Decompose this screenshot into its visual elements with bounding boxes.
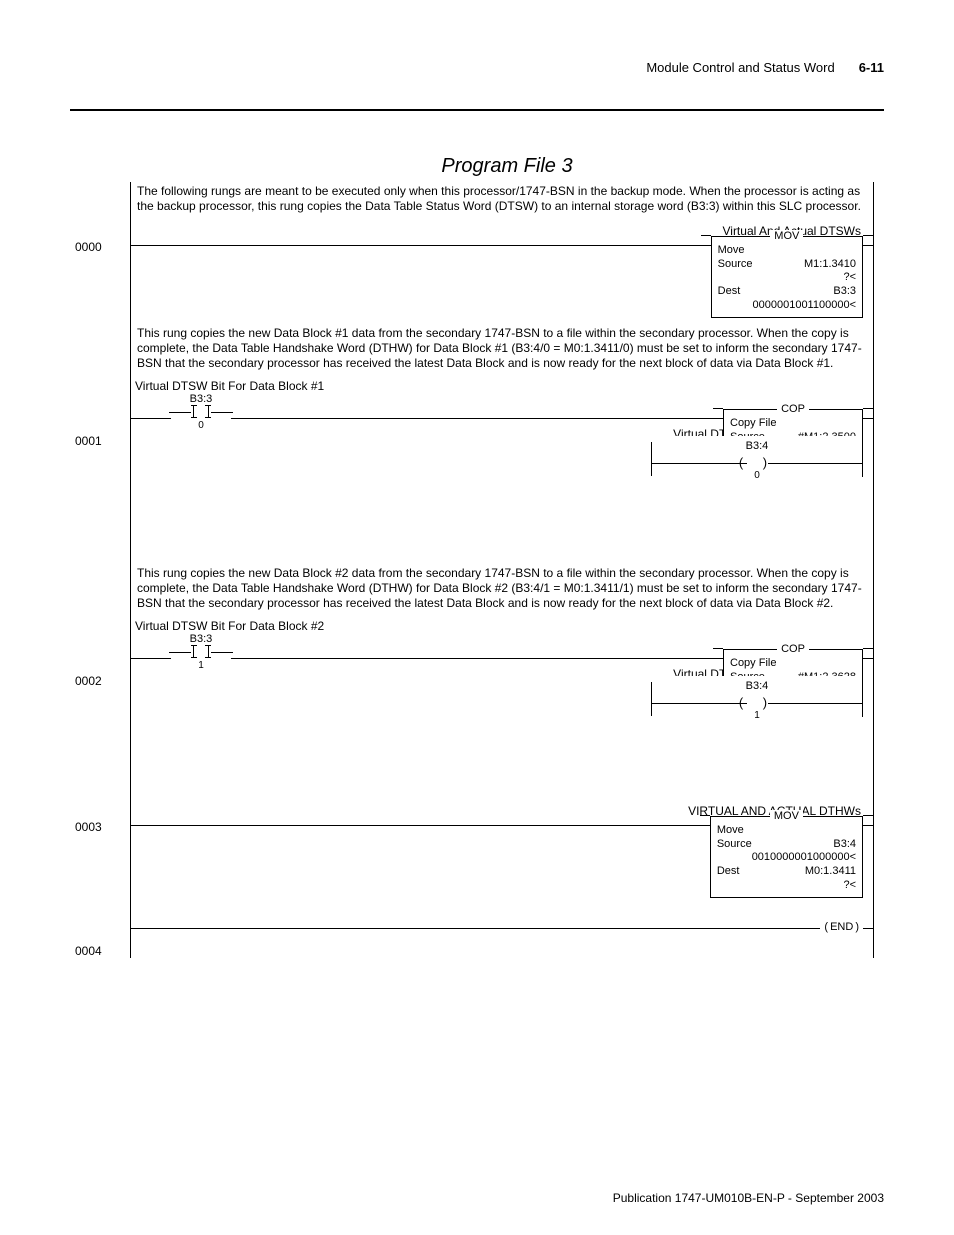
param-label: Source <box>717 838 752 852</box>
instruction-name: Move <box>718 244 856 258</box>
instruction-name: Copy File <box>730 417 856 431</box>
mov-instruction: MOV Move SourceM1:1.3410 ?< DestB3:3 000… <box>711 236 863 318</box>
mnemonic: MOV <box>770 810 803 822</box>
contact-address: B3:3 <box>171 633 231 645</box>
output-coil: B3:4 ( ) 0 <box>652 436 862 482</box>
param-label <box>718 299 753 313</box>
output-coil: B3:4 ( ) 1 <box>652 676 862 722</box>
xio-contact: B3:3 1 <box>171 633 231 673</box>
param-value: B3:4 <box>752 838 856 852</box>
contact-bit: 0 <box>171 420 231 433</box>
instruction-name: Move <box>717 824 856 838</box>
coil-bit: 1 <box>652 710 862 723</box>
param-label <box>717 879 752 893</box>
param-value: 0000001001100000< <box>753 299 857 313</box>
coil-address: B3:4 <box>652 440 862 454</box>
param-label <box>718 271 753 285</box>
mnemonic: MOV <box>770 230 803 242</box>
param-value: ?< <box>752 879 856 893</box>
param-label: Source <box>718 258 753 272</box>
coil-address: B3:4 <box>652 680 862 694</box>
contact-title: Virtual DTSW Bit For Data Block #2 <box>131 617 873 634</box>
contact-title: Virtual DTSW Bit For Data Block #1 <box>131 377 873 394</box>
header-page-number: 6-11 <box>859 60 884 75</box>
rung-number: 0002 <box>75 674 102 689</box>
rung-number: 0004 <box>75 944 102 959</box>
mnemonic: COP <box>777 643 809 655</box>
publication-footer: Publication 1747-UM010B-EN-P - September… <box>613 1191 884 1205</box>
param-value: B3:3 <box>753 285 857 299</box>
param-value: M0:1.3411 <box>752 865 856 879</box>
contact-bit: 1 <box>171 660 231 673</box>
coil-bit: 0 <box>652 470 862 483</box>
param-value: 0010000001000000< <box>752 851 856 865</box>
param-label: Dest <box>718 285 753 299</box>
rung-comment: This rung copies the new Data Block #2 d… <box>131 564 873 617</box>
instruction-name: Copy File <box>730 657 856 671</box>
end-instruction: END <box>820 921 863 935</box>
xio-contact: B3:3 0 <box>171 393 231 433</box>
param-label <box>717 851 752 865</box>
mnemonic: COP <box>777 403 809 415</box>
rung-comment: This rung copies the new Data Block #1 d… <box>131 324 873 377</box>
contact-address: B3:3 <box>171 393 231 405</box>
rung-number: 0000 <box>75 240 102 255</box>
rung-comment-intro: The following rungs are meant to be exec… <box>131 182 873 220</box>
mov-instruction: MOV Move SourceB3:4 0010000001000000< De… <box>710 816 863 898</box>
ladder-diagram: The following rungs are meant to be exec… <box>130 182 874 958</box>
param-value: ?< <box>753 271 857 285</box>
param-value: M1:1.3410 <box>753 258 857 272</box>
rung-number: 0003 <box>75 820 102 835</box>
rung-number: 0001 <box>75 434 102 449</box>
program-title: Program File 3 <box>70 155 884 178</box>
param-label: Dest <box>717 865 752 879</box>
header-title: Module Control and Status Word <box>646 60 834 75</box>
